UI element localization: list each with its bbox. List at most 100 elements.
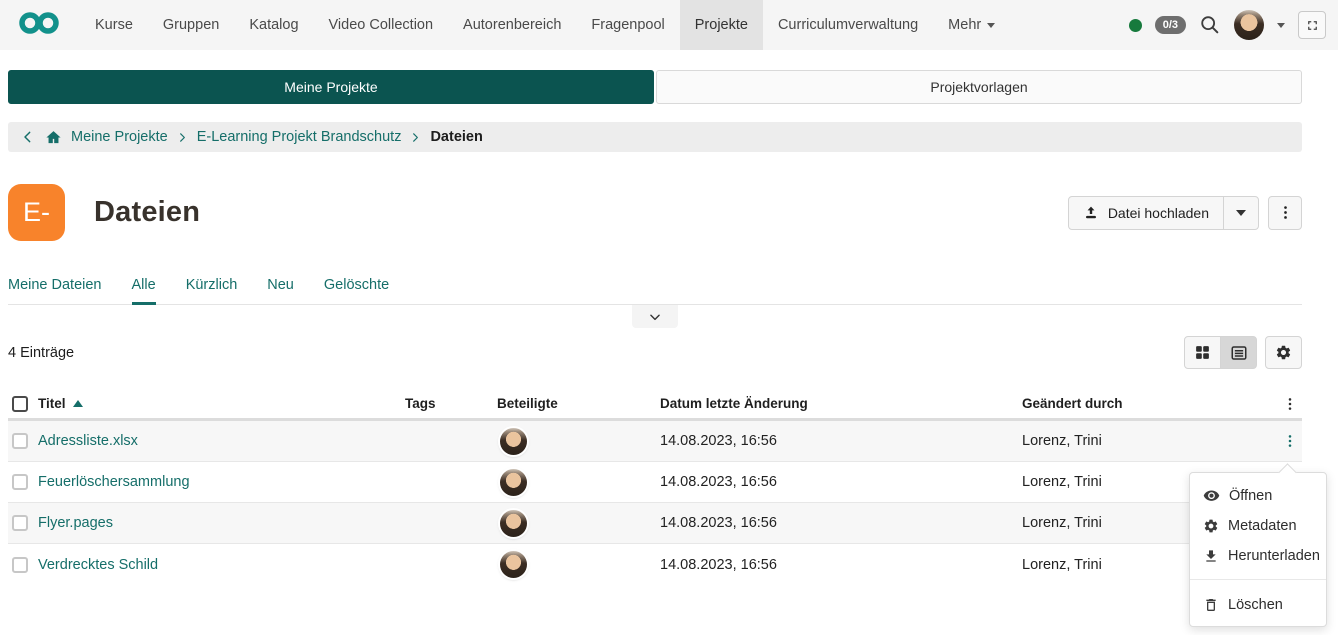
kebab-icon bbox=[1282, 433, 1298, 449]
menu-item-loeschen[interactable]: Löschen bbox=[1190, 590, 1326, 620]
view-controls bbox=[1184, 336, 1302, 369]
chevron-right-icon bbox=[177, 132, 188, 143]
column-header-titel[interactable]: Titel bbox=[38, 396, 405, 411]
row-more-actions-button[interactable] bbox=[1282, 433, 1298, 449]
chevron-down-icon bbox=[1236, 210, 1246, 216]
participant-avatar[interactable] bbox=[500, 551, 527, 578]
chevron-down-icon bbox=[987, 23, 995, 28]
row-checkbox[interactable] bbox=[12, 474, 28, 490]
nav-item-video-collection[interactable]: Video Collection bbox=[314, 0, 449, 50]
header-actions: Datei hochladen bbox=[1068, 196, 1302, 230]
collapse-filters-button[interactable] bbox=[632, 305, 678, 328]
nav-item-kurse[interactable]: Kurse bbox=[80, 0, 148, 50]
page-header: E- Dateien Datei hochladen bbox=[0, 184, 1338, 241]
cell-date: 14.08.2023, 16:56 bbox=[660, 433, 1022, 449]
participant-avatar[interactable] bbox=[500, 469, 527, 496]
menu-item-herunterladen[interactable]: Herunterladen bbox=[1190, 541, 1326, 571]
entry-count: 4 Einträge bbox=[8, 345, 74, 361]
cell-date: 14.08.2023, 16:56 bbox=[660, 557, 1022, 573]
file-title-link[interactable]: Verdrecktes Schild bbox=[38, 557, 405, 573]
breadcrumb-link-projekt[interactable]: E-Learning Projekt Brandschutz bbox=[197, 129, 402, 145]
nav-item-projekte[interactable]: Projekte bbox=[680, 0, 763, 50]
file-title-link[interactable]: Flyer.pages bbox=[38, 515, 405, 531]
column-header-geaendert-durch[interactable]: Geändert durch bbox=[1022, 396, 1277, 411]
eye-icon bbox=[1203, 487, 1220, 504]
project-section-tabs: Meine Projekte Projektvorlagen bbox=[0, 70, 1338, 104]
nav-item-mehr[interactable]: Mehr bbox=[933, 0, 1010, 50]
counter-badge: 0/3 bbox=[1155, 16, 1186, 34]
list-settings-button[interactable] bbox=[1265, 336, 1302, 369]
breadcrumb: Meine Projekte E-Learning Projekt Brands… bbox=[8, 122, 1302, 152]
participant-avatar[interactable] bbox=[500, 510, 527, 537]
breadcrumb-current: Dateien bbox=[430, 129, 482, 145]
table-row[interactable]: Feuerlöschersammlung 14.08.2023, 16:56 L… bbox=[8, 462, 1302, 503]
sort-ascending-icon bbox=[73, 400, 83, 407]
main-navigation: Kurse Gruppen Katalog Video Collection A… bbox=[80, 0, 1010, 50]
column-header-tags[interactable]: Tags bbox=[405, 396, 497, 411]
tab-kuerzlich[interactable]: Kürzlich bbox=[186, 277, 238, 304]
grid-view-button[interactable] bbox=[1184, 336, 1221, 369]
list-view-icon bbox=[1230, 344, 1248, 362]
infinity-logo-icon bbox=[18, 9, 60, 42]
file-filter-tabs: Meine Dateien Alle Kürzlich Neu Gelöscht… bbox=[8, 277, 1302, 305]
table-header-row: Titel Tags Beteiligte Datum letzte Änder… bbox=[8, 389, 1302, 421]
tab-projektvorlagen[interactable]: Projektvorlagen bbox=[656, 70, 1302, 104]
column-header-beteiligte[interactable]: Beteiligte bbox=[497, 396, 660, 411]
tab-meine-dateien[interactable]: Meine Dateien bbox=[8, 277, 102, 304]
kebab-icon bbox=[1282, 396, 1298, 412]
tab-neu[interactable]: Neu bbox=[267, 277, 294, 304]
column-header-datum[interactable]: Datum letzte Änderung bbox=[660, 396, 1022, 411]
upload-split-button: Datei hochladen bbox=[1068, 196, 1259, 230]
list-toolbar: 4 Einträge bbox=[0, 336, 1338, 369]
chevron-down-icon bbox=[648, 310, 662, 324]
user-menu-chevron-down-icon[interactable] bbox=[1277, 23, 1285, 28]
cell-date: 14.08.2023, 16:56 bbox=[660, 474, 1022, 490]
grid-view-icon bbox=[1194, 344, 1211, 361]
search-icon[interactable] bbox=[1199, 14, 1221, 36]
file-title-link[interactable]: Feuerlöschersammlung bbox=[38, 474, 405, 490]
app-logo[interactable] bbox=[0, 0, 80, 50]
tab-alle[interactable]: Alle bbox=[132, 277, 156, 304]
file-title-link[interactable]: Adressliste.xlsx bbox=[38, 433, 405, 449]
table-header-more-button[interactable] bbox=[1282, 396, 1298, 412]
menu-divider bbox=[1190, 579, 1326, 580]
row-context-menu: Öffnen Metadaten Herunterladen Löschen bbox=[1189, 472, 1327, 627]
nav-item-gruppen[interactable]: Gruppen bbox=[148, 0, 234, 50]
files-table: Titel Tags Beteiligte Datum letzte Änder… bbox=[0, 389, 1338, 585]
upload-file-button[interactable]: Datei hochladen bbox=[1068, 196, 1224, 230]
chevron-right-icon bbox=[410, 132, 421, 143]
row-checkbox[interactable] bbox=[12, 433, 28, 449]
view-toggle-group bbox=[1184, 336, 1257, 369]
participant-avatar[interactable] bbox=[500, 428, 527, 455]
filter-collapse-row bbox=[8, 305, 1302, 328]
top-navigation-bar: Kurse Gruppen Katalog Video Collection A… bbox=[0, 0, 1338, 50]
kebab-icon bbox=[1277, 204, 1294, 221]
nav-item-curriculumverwaltung[interactable]: Curriculumverwaltung bbox=[763, 0, 933, 50]
gear-icon bbox=[1203, 518, 1219, 534]
table-row[interactable]: Flyer.pages 14.08.2023, 16:56 Lorenz, Tr… bbox=[8, 503, 1302, 544]
gear-icon bbox=[1275, 344, 1292, 361]
tab-meine-projekte[interactable]: Meine Projekte bbox=[8, 70, 654, 104]
breadcrumb-link-meine-projekte[interactable]: Meine Projekte bbox=[71, 129, 168, 145]
user-avatar[interactable] bbox=[1234, 10, 1264, 40]
list-view-button[interactable] bbox=[1220, 336, 1257, 369]
nav-item-fragenpool[interactable]: Fragenpool bbox=[576, 0, 679, 50]
upload-icon bbox=[1083, 205, 1099, 221]
menu-item-oeffnen[interactable]: Öffnen bbox=[1190, 480, 1326, 511]
upload-dropdown-button[interactable] bbox=[1223, 196, 1259, 230]
header-more-actions-button[interactable] bbox=[1268, 196, 1302, 230]
table-row[interactable]: Verdrecktes Schild 14.08.2023, 16:56 Lor… bbox=[8, 544, 1302, 585]
tab-geloeschte[interactable]: Gelöschte bbox=[324, 277, 389, 304]
row-checkbox[interactable] bbox=[12, 557, 28, 573]
nav-item-autorenbereich[interactable]: Autorenbereich bbox=[448, 0, 576, 50]
back-chevron-left-icon[interactable] bbox=[20, 129, 36, 145]
home-icon[interactable] bbox=[45, 129, 62, 146]
fullscreen-button[interactable] bbox=[1298, 11, 1326, 39]
fullscreen-icon bbox=[1305, 18, 1320, 33]
row-checkbox[interactable] bbox=[12, 515, 28, 531]
table-row[interactable]: Adressliste.xlsx 14.08.2023, 16:56 Loren… bbox=[8, 421, 1302, 462]
download-icon bbox=[1203, 548, 1219, 564]
menu-item-metadaten[interactable]: Metadaten bbox=[1190, 511, 1326, 541]
nav-item-katalog[interactable]: Katalog bbox=[234, 0, 313, 50]
select-all-checkbox[interactable] bbox=[12, 396, 28, 412]
